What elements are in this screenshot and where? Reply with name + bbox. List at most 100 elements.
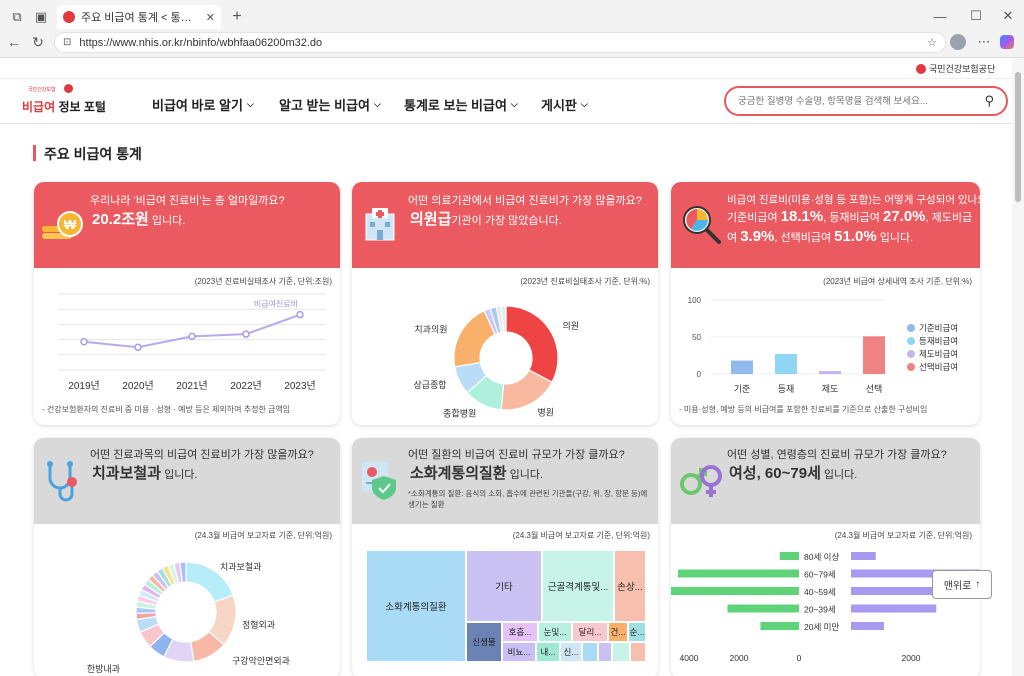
site-logo[interactable]: 국민건강보험 비급여 정보 포털 — [22, 84, 112, 118]
maximize-icon[interactable]: ☐ — [966, 6, 986, 26]
site-info-icon[interactable]: ⊡ — [63, 37, 71, 48]
disease-note: *소화계통의 질환: 음식의 소화, 흡수에 관련된 기관들(구강, 위, 장,… — [408, 489, 648, 509]
x-tick-label: 2000 — [730, 653, 749, 663]
donut-chart-department: 치과보철과정형외과구강악안면외과치과보존과내과신경외과한방내과 — [87, 561, 290, 676]
y-tick-label: 50 — [692, 333, 701, 342]
legend-label: 등재비급여 — [919, 336, 958, 346]
nhis-link[interactable]: 국민건강보험공단 — [916, 62, 995, 75]
page-scrollbar[interactable] — [1012, 58, 1024, 676]
treemap-cell: 손상... — [614, 550, 646, 622]
card-header: 비급여 진료비(미용·성형 등 포함)는 어떻게 구성되어 있나요? 기준비급여… — [671, 182, 980, 268]
treemap-cell: 신... — [560, 642, 582, 662]
card-answer-text: 입니다. — [506, 469, 544, 481]
copilot-icon[interactable] — [1000, 35, 1014, 49]
y-tick-label: 100 — [688, 296, 702, 305]
browser-chrome: ⧉ ▣ 주요 비급여 통계 < 통계로 보는 비급여 ✕ + — ☐ ✕ ← ↻… — [0, 0, 1024, 58]
nav-item-aware[interactable]: 알고 받는 비급여 ⌵ — [279, 95, 381, 114]
composition-value: 18.1% — [780, 208, 824, 225]
treemap-chart: 소화계통의질환 기타 근골격계통및... 손상... 신생물 호흡... 눈및... 달리..… — [366, 550, 646, 662]
line-chart: 2019년 2020년 2021년 2022년 2023년 비급여진료비 — [58, 293, 326, 392]
treemap-cell: 순... — [628, 622, 646, 642]
x-tick-label: 0 — [797, 653, 802, 663]
legend-marker — [907, 363, 915, 371]
treemap-cell: 신생물 — [466, 622, 502, 662]
slice-label: 상급종합 — [413, 380, 446, 390]
card-header: ₩ 우리나라 '비급여 진료비'는 총 얼마일까요? 20.2조원 입니다. — [34, 182, 340, 268]
card-header: 어떤 의료기관에서 비급여 진료비가 가장 많을까요? 의원급기관이 가장 많았… — [352, 182, 658, 268]
more-menu-icon[interactable]: ⋯ — [976, 34, 992, 50]
donut-slice — [505, 305, 559, 383]
card-question: 어떤 질환의 비급여 진료비 규모가 가장 클까요? — [408, 449, 625, 461]
address-bar[interactable]: ⊡ https://www.nhis.or.kr/nbinfo/wbhfaa06… — [54, 32, 946, 53]
nav-label: 통계로 보는 비급여 — [404, 98, 507, 113]
tab-title: 주요 비급여 통계 < 통계로 보는 비급여 — [81, 12, 200, 24]
nav-item-stats[interactable]: 통계로 보는 비급여 ⌵ — [404, 95, 518, 114]
nav-item-board[interactable]: 게시판 ⌵ — [541, 95, 588, 114]
new-tab-icon[interactable]: + — [228, 8, 246, 26]
tab-close-icon[interactable]: ✕ — [206, 11, 215, 24]
search-icon[interactable]: ⚲ — [984, 93, 994, 109]
composition-text: , 제도비급 — [925, 212, 973, 224]
treemap-cell: 눈및... — [538, 622, 572, 642]
legend-marker — [907, 324, 915, 332]
medical-shield-icon — [358, 458, 402, 502]
bar-female — [851, 622, 884, 630]
x-tick-label: 등재 — [778, 384, 795, 394]
nhis-logo-icon — [916, 63, 926, 74]
x-tick-label: 기준 — [734, 384, 751, 394]
card-source: (24.3월 비급여 보고자료 기준, 단위:억원) — [834, 531, 972, 540]
scrollbar-thumb[interactable] — [1015, 72, 1021, 202]
series-label: 비급여진료비 — [254, 299, 298, 309]
slice-label: 치과의원 — [414, 323, 447, 334]
logo-sub-text: 정보 포털 — [58, 100, 106, 114]
search-input[interactable] — [738, 95, 985, 107]
refresh-icon[interactable]: ↻ — [30, 34, 46, 50]
legend-marker — [907, 350, 915, 358]
minimize-icon[interactable]: — — [930, 6, 950, 26]
bar-chart-composition: 0 50 100 기준 등재 제도 선택 기준비급여등재비급여제도비급여선택비급여 — [688, 296, 958, 394]
favorite-star-icon[interactable]: ☆ — [927, 36, 937, 49]
close-window-icon[interactable]: ✕ — [998, 6, 1018, 26]
card-question: 어떤 성별, 연령층의 진료비 규모가 가장 클까요? — [727, 449, 947, 461]
workspaces-icon[interactable]: ⧉ — [8, 8, 26, 26]
search-box[interactable]: ⚲ — [724, 86, 1008, 116]
back-icon[interactable]: ← — [6, 34, 22, 50]
composition-text: 여 — [727, 232, 741, 244]
card-question: 어떤 진료과목의 비급여 진료비가 가장 많을까요? — [90, 449, 314, 461]
nav-item-about[interactable]: 비급여 바로 알기 ⌵ — [152, 95, 254, 114]
tab-actions-icon[interactable]: ▣ — [32, 8, 50, 26]
x-tick-label: 4000 — [680, 653, 699, 663]
composition-text: , 선택비급여 — [774, 232, 835, 244]
card-source: (24.3월 비급여 보고자료 기준, 단위:억원) — [512, 531, 650, 540]
slice-label: 구강악안면외과 — [232, 655, 290, 666]
page-title: 주요 비급여 통계 — [44, 146, 142, 162]
card-answer-text: 입니다. — [820, 469, 858, 481]
card-footnote: - 미용·성형, 예방 등의 비급여를 포함한 진료비를 기준으로 산출한 구성… — [679, 405, 928, 414]
back-to-top-button[interactable]: 맨위로 ↑ — [932, 570, 992, 599]
stat-card-total: ₩ 우리나라 '비급여 진료비'는 총 얼마일까요? 20.2조원 입니다. (… — [34, 182, 340, 425]
money-coins-icon: ₩ — [40, 204, 84, 244]
chevron-down-icon: ⌵ — [246, 99, 254, 109]
utility-bar — [0, 58, 1012, 79]
card-question: 어떤 의료기관에서 비급여 진료비가 가장 많을까요? — [408, 195, 642, 207]
card-answer-value: 여성, 60~79세 — [729, 465, 821, 482]
x-tick-label: 2023년 — [284, 380, 315, 392]
legend-label: 제도비급여 — [919, 349, 958, 359]
card-answer-text: 입니다. — [148, 215, 186, 227]
magnifier-chart-icon — [679, 202, 723, 246]
card-question: 비급여 진료비(미용·성형 등 포함)는 어떻게 구성되어 있나요? — [727, 194, 980, 206]
legend-label: 선택비급여 — [919, 362, 958, 372]
browser-tab[interactable]: 주요 비급여 통계 < 통계로 보는 비급여 ✕ — [57, 5, 221, 29]
slice-label: 종합병원 — [443, 408, 476, 418]
x-tick-label: 2020년 — [122, 380, 153, 392]
nav-label: 비급여 바로 알기 — [152, 98, 243, 113]
arrow-up-icon: ↑ — [975, 579, 981, 590]
website: 국민건강보험공단 국민건강보험 비급여 정보 포털 비급여 바로 알기 ⌵ 알고 … — [0, 58, 1012, 676]
title-accent-bar — [33, 145, 36, 161]
profile-avatar[interactable] — [950, 34, 966, 50]
site-favicon-icon — [63, 11, 75, 23]
treemap-cell — [612, 642, 630, 662]
url-text: https://www.nhis.or.kr/nbinfo/wbhfaa0620… — [79, 36, 323, 49]
slice-label: 의원 — [562, 321, 579, 331]
chevron-down-icon: ⌵ — [580, 99, 588, 109]
